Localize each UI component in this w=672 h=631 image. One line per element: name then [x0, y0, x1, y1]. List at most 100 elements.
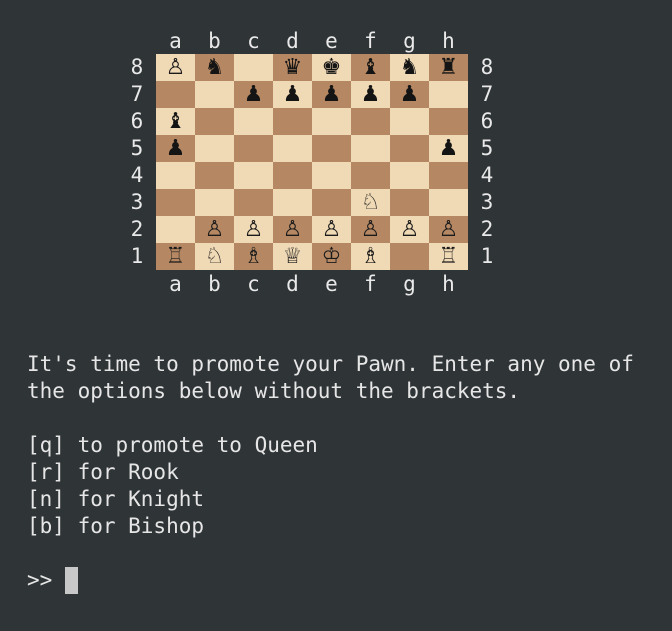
piece-g2: ♙ [399, 217, 420, 242]
square-h6 [429, 108, 468, 135]
square-g2: ♙ [390, 216, 429, 243]
file-label-a-bottom: a [169, 272, 182, 296]
square-a5: ♟ [156, 135, 195, 162]
square-e7: ♟ [312, 81, 351, 108]
square-e4 [312, 162, 351, 189]
square-f3: ♘ [351, 189, 390, 216]
rank-label-5-left: 5 [130, 136, 144, 160]
piece-h1: ♖ [438, 244, 459, 269]
square-b8: ♞ [195, 54, 234, 81]
square-c6 [234, 108, 273, 135]
square-c3 [234, 189, 273, 216]
square-d1: ♕ [273, 243, 312, 270]
rank-label-4-left: 4 [130, 163, 144, 187]
option-queen: [q] to promote to Queen [27, 433, 318, 457]
rank-label-5-right: 5 [480, 136, 494, 160]
piece-c7: ♟ [243, 82, 264, 107]
square-e5 [312, 135, 351, 162]
square-a2 [156, 216, 195, 243]
square-c1: ♗ [234, 243, 273, 270]
square-g1 [390, 243, 429, 270]
text-cursor[interactable] [65, 567, 78, 594]
square-f4 [351, 162, 390, 189]
rank-label-2-left: 2 [130, 217, 144, 241]
rank-label-8-right: 8 [480, 55, 494, 79]
option-knight: [n] for Knight [27, 487, 205, 511]
square-d6 [273, 108, 312, 135]
square-e1: ♔ [312, 243, 351, 270]
piece-g8: ♞ [399, 55, 420, 80]
square-a3 [156, 189, 195, 216]
square-a4 [156, 162, 195, 189]
rank-label-1-right: 1 [480, 244, 494, 268]
square-d3 [273, 189, 312, 216]
square-f2: ♙ [351, 216, 390, 243]
square-d5 [273, 135, 312, 162]
piece-a5: ♟ [165, 136, 186, 161]
square-f7: ♟ [351, 81, 390, 108]
square-g6 [390, 108, 429, 135]
rank-label-7-right: 7 [480, 82, 494, 106]
piece-f1: ♗ [360, 244, 381, 269]
square-b2: ♙ [195, 216, 234, 243]
option-rook: [r] for Rook [27, 460, 179, 484]
square-d4 [273, 162, 312, 189]
square-d8: ♛ [273, 54, 312, 81]
piece-a8: ♙ [165, 55, 186, 80]
square-g7: ♟ [390, 81, 429, 108]
piece-d8: ♛ [282, 55, 303, 80]
rank-label-3-left: 3 [130, 190, 144, 214]
piece-e8: ♚ [321, 55, 342, 80]
file-label-c-bottom: c [247, 272, 260, 296]
rank-label-4-right: 4 [480, 163, 494, 187]
file-label-d-top: d [286, 29, 299, 53]
square-h5: ♟ [429, 135, 468, 162]
square-f5 [351, 135, 390, 162]
file-label-g-top: g [403, 29, 416, 53]
rank-label-2-right: 2 [480, 217, 494, 241]
square-b5 [195, 135, 234, 162]
square-a6: ♝ [156, 108, 195, 135]
file-label-g-bottom: g [403, 272, 416, 296]
file-label-e-bottom: e [325, 272, 338, 296]
square-h2: ♙ [429, 216, 468, 243]
square-h4 [429, 162, 468, 189]
input-prompt-symbol: >> [27, 568, 53, 592]
piece-c1: ♗ [243, 244, 264, 269]
rank-label-8-left: 8 [130, 55, 144, 79]
square-g4 [390, 162, 429, 189]
piece-e1: ♔ [321, 244, 342, 269]
file-label-h-bottom: h [442, 272, 455, 296]
piece-a1: ♖ [165, 244, 186, 269]
square-e8: ♚ [312, 54, 351, 81]
piece-b2: ♙ [204, 217, 225, 242]
file-label-f-bottom: f [364, 272, 377, 296]
square-a7 [156, 81, 195, 108]
file-label-f-top: f [364, 29, 377, 53]
rank-label-6-left: 6 [130, 109, 144, 133]
piece-d2: ♙ [282, 217, 303, 242]
rank-label-6-right: 6 [480, 109, 494, 133]
rank-label-3-right: 3 [480, 190, 494, 214]
square-e3 [312, 189, 351, 216]
piece-b1: ♘ [204, 244, 225, 269]
square-f1: ♗ [351, 243, 390, 270]
piece-c2: ♙ [243, 217, 264, 242]
square-h7 [429, 81, 468, 108]
file-label-c-top: c [247, 29, 260, 53]
piece-f3: ♘ [360, 190, 381, 215]
square-d2: ♙ [273, 216, 312, 243]
square-h8: ♜ [429, 54, 468, 81]
file-label-d-bottom: d [286, 272, 299, 296]
file-label-h-top: h [442, 29, 455, 53]
piece-f8: ♝ [360, 55, 381, 80]
square-b6 [195, 108, 234, 135]
square-e2: ♙ [312, 216, 351, 243]
piece-e2: ♙ [321, 217, 342, 242]
chess-board: ♙ ♞ ♛ ♚ ♝ ♞ ♜ ♟ ♟ ♟ ♟ ♟ ♝ ♟ ♟ ♘ ♙ ♙ ♙ ♙ ♙ ♙ ♙ ♖ ♘ ♗ ♕ ♔ ♗ ♖ [156, 54, 468, 270]
rank-label-1-left: 1 [130, 244, 144, 268]
piece-h2: ♙ [438, 217, 459, 242]
square-d7: ♟ [273, 81, 312, 108]
square-g3 [390, 189, 429, 216]
piece-a6: ♝ [165, 109, 186, 134]
